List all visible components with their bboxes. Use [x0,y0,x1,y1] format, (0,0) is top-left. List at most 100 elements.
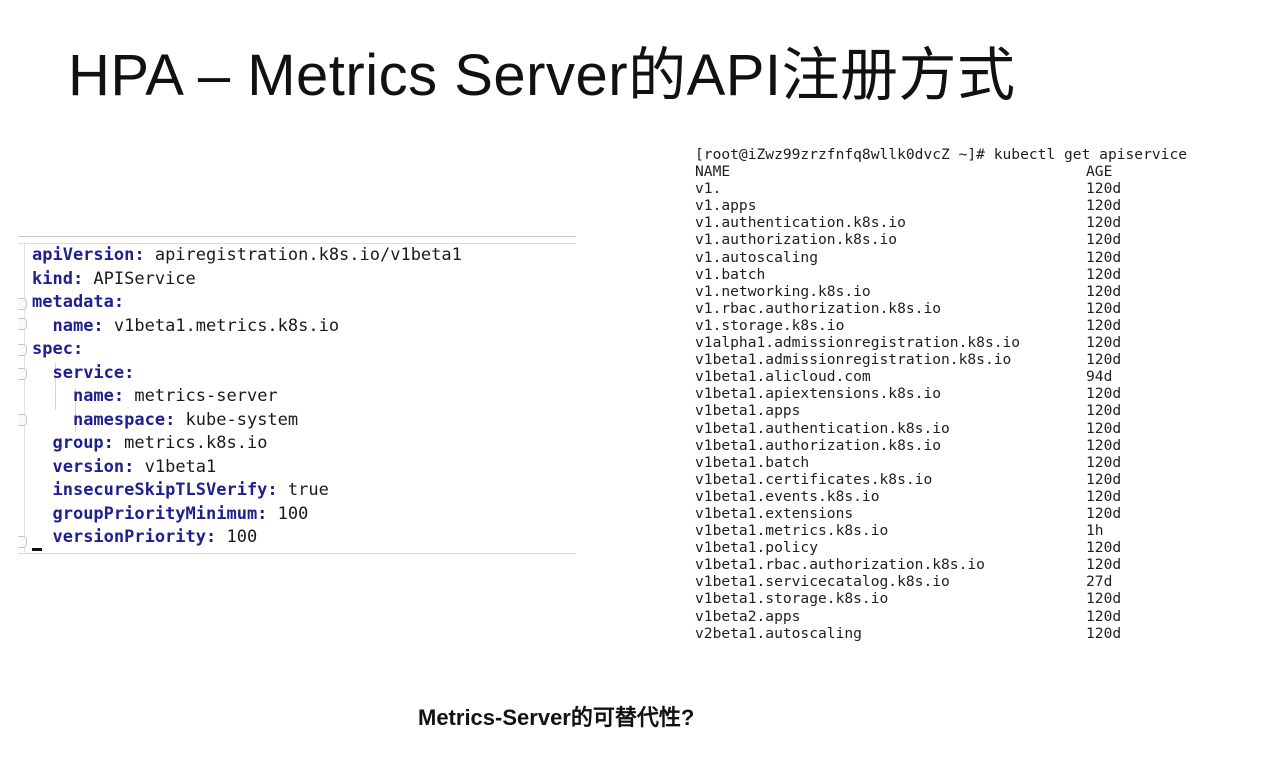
apiservice-age: 120d [1086,265,1122,283]
apiservice-row: v1.autoscaling 120d [695,249,1187,266]
yaml-value: metrics-server [124,386,278,406]
apiservice-age: 120d [1086,299,1122,317]
text-cursor [32,548,42,551]
column-header-age: AGE [1086,163,1113,181]
apiservice-name: v1.storage.k8s.io [695,316,845,334]
yaml-value: true [277,480,329,500]
apiservice-name: v1.rbac.authorization.k8s.io [695,299,942,317]
yaml-indent [32,410,73,430]
apiservice-list: v1. 120d v1.apps 120d v1.authentication.k8s.… [695,180,1187,642]
apiservice-row: v1beta1.certificates.k8s.io 120d [695,471,1187,488]
terminal-command-line: [root@iZwz99zrzfnfq8wllk0dvcZ ~]# kubect… [695,146,1188,163]
fold-marker-icon[interactable] [18,536,27,548]
yaml-indent [32,433,52,453]
apiservice-name: v1beta1.storage.k8s.io [695,590,889,608]
yaml-line: namespace: kube-system [32,409,462,433]
apiservice-name: v1.batch [695,265,766,283]
apiservice-name: v1beta1.certificates.k8s.io [695,470,933,488]
yaml-line: versionPriority: 100 [32,526,462,550]
apiservice-name: v1beta2.apps [695,607,801,625]
apiservice-row: v1beta1.policy 120d [695,539,1187,556]
apiservice-name: v1.autoscaling [695,248,819,266]
apiservice-row: v1beta1.storage.k8s.io 120d [695,590,1187,607]
yaml-key: groupPriorityMinimum: [52,503,268,524]
yaml-indent [32,480,52,500]
yaml-editor-panel: apiVersion: apiregistration.k8s.io/v1bet… [18,236,576,554]
apiservice-name: v1beta1.batch [695,453,810,471]
fold-marker-icon[interactable] [18,344,27,356]
yaml-value: v1beta1 [134,456,217,477]
apiservice-age: 120d [1086,453,1122,471]
apiservice-row: v1beta2.apps 120d [695,608,1187,625]
apiservice-name: v1beta1.rbac.authorization.k8s.io [695,556,985,574]
yaml-line: name: v1beta1.metrics.k8s.io [32,315,462,339]
apiservice-name: v1beta1.admissionregistration.k8s.io [695,351,1012,369]
apiservice-row: v1beta1.metrics.k8s.io 1h [695,522,1187,539]
fold-marker-icon[interactable] [18,368,27,380]
apiservice-row: v1beta1.alicloud.com 94d [695,368,1187,385]
apiservice-age: 120d [1086,402,1122,420]
apiservice-row: v1.rbac.authorization.k8s.io 120d [695,300,1187,317]
yaml-line: kind: APIService [32,268,462,292]
yaml-key: kind: [32,268,84,289]
yaml-key: insecureSkipTLSVerify: [52,480,278,500]
apiservice-row: v1beta1.extensions 120d [695,505,1187,522]
fold-marker-icon[interactable] [18,298,27,310]
apiservice-row: v2beta1.autoscaling 120d [695,625,1187,642]
apiservice-row: v1beta1.admissionregistration.k8s.io 120d [695,351,1187,368]
yaml-indent [32,363,52,383]
apiservice-age: 94d [1086,368,1113,386]
apiservice-age: 120d [1086,436,1122,454]
apiservice-name: v1beta1.alicloud.com [695,368,871,386]
apiservice-name: v1beta1.policy [695,539,819,557]
terminal-header-row: NAME AGE [695,163,1187,180]
fold-marker-icon[interactable] [18,414,27,426]
yaml-indent [32,527,52,547]
yaml-line: group: metrics.k8s.io [32,432,462,456]
apiservice-name: v1.authentication.k8s.io [695,214,906,232]
apiservice-row: v1beta1.authentication.k8s.io 120d [695,420,1187,437]
apiservice-name: v1beta1.apiextensions.k8s.io [695,385,942,403]
yaml-key: version: [52,456,135,477]
apiservice-row: v1beta1.servicecatalog.k8s.io 27d [695,573,1187,590]
yaml-line: groupPriorityMinimum: 100 [32,503,462,527]
apiservice-age: 120d [1086,351,1122,369]
yaml-indent [32,316,52,336]
yaml-line: name: metrics-server [32,385,462,409]
apiservice-age: 120d [1086,590,1122,608]
apiservice-age: 27d [1086,573,1113,591]
apiservice-age: 120d [1086,316,1122,334]
column-header-name: NAME [695,163,731,181]
editor-bottom-border [18,553,576,554]
yaml-line: apiVersion: apiregistration.k8s.io/v1bet… [32,244,462,268]
apiservice-age: 120d [1086,214,1122,232]
slide-question: Metrics-Server的可替代性? [418,705,695,730]
apiservice-row: v1beta1.apiextensions.k8s.io 120d [695,385,1187,402]
yaml-key: metadata: [32,292,125,312]
yaml-key: versionPriority: [52,527,217,547]
yaml-value: kube-system [175,409,299,430]
apiservice-age: 120d [1086,487,1122,505]
apiservice-age: 120d [1086,180,1122,198]
slide-title: HPA – Metrics Server的API注册方式 [68,43,1016,108]
apiservice-row: v1.storage.k8s.io 120d [695,317,1187,334]
yaml-key: name: [72,386,125,406]
apiservice-row: v1. 120d [695,180,1187,197]
yaml-key: namespace: [72,409,176,430]
yaml-code-block[interactable]: apiVersion: apiregistration.k8s.io/v1bet… [32,244,462,550]
yaml-line: metadata: [32,291,462,315]
apiservice-name: v1beta1.authentication.k8s.io [695,419,950,437]
yaml-indent [32,457,52,477]
yaml-key: apiVersion: [32,245,145,265]
apiservice-name: v1beta1.servicecatalog.k8s.io [695,573,950,591]
apiservice-age: 120d [1086,385,1122,403]
yaml-value: 100 [216,527,258,547]
apiservice-row: v1beta1.batch 120d [695,454,1187,471]
yaml-value: apiregistration.k8s.io/v1beta1 [144,245,462,265]
apiservice-row: v1.authentication.k8s.io 120d [695,214,1187,231]
fold-marker-icon[interactable] [18,318,27,330]
yaml-line: spec: [32,338,462,362]
yaml-line: service: [32,362,462,386]
apiservice-age: 120d [1086,607,1122,625]
yaml-key: spec: [32,339,84,359]
